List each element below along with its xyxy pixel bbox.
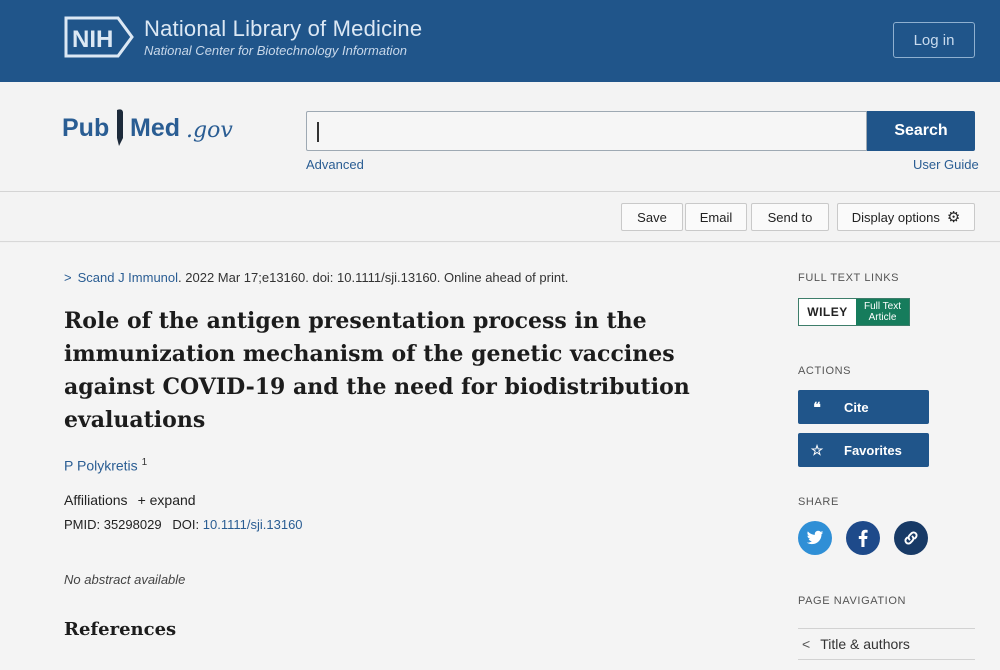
favorites-button[interactable]: ☆ Favorites bbox=[798, 433, 929, 467]
nih-logo-text: NIH bbox=[72, 26, 113, 53]
facebook-icon bbox=[858, 529, 868, 547]
login-button[interactable]: Log in bbox=[893, 22, 975, 58]
nav-item-title-authors[interactable]: < Title & authors bbox=[798, 628, 975, 660]
no-abstract-note: No abstract available bbox=[64, 572, 186, 587]
text-cursor bbox=[317, 122, 319, 142]
pubmed-logo-gov: .gov bbox=[186, 118, 233, 143]
twitter-share-button[interactable] bbox=[798, 521, 832, 555]
journal-link[interactable]: Scand J Immunol bbox=[78, 270, 178, 285]
article-identifiers: PMID: 35298029 DOI: 10.1111/sji.13160 bbox=[64, 517, 303, 532]
author-link[interactable]: P Polykretis bbox=[64, 458, 138, 474]
doi-link[interactable]: 10.1111/sji.13160 bbox=[203, 517, 303, 532]
advanced-search-link[interactable]: Advanced bbox=[306, 157, 364, 172]
pubmed-logo-pub: Pub bbox=[62, 114, 110, 142]
display-options-label: Display options bbox=[851, 209, 940, 225]
article-toolbar: Save Email Send to Display options ⚙ bbox=[0, 192, 1000, 242]
search-input[interactable] bbox=[306, 111, 867, 151]
wiley-full-text-label: Full Text Article bbox=[856, 299, 909, 325]
copy-link-share-button[interactable] bbox=[894, 521, 928, 555]
pubmed-logo[interactable]: Pub Med .gov bbox=[62, 104, 237, 154]
share-heading: SHARE bbox=[798, 496, 839, 508]
cite-button[interactable]: ❝ Cite bbox=[798, 390, 929, 424]
bookmark-icon bbox=[117, 109, 123, 146]
cite-label: Cite bbox=[844, 399, 869, 415]
affiliations-row: Affiliations + expand bbox=[64, 492, 196, 508]
expand-affiliations-button[interactable]: + expand bbox=[138, 492, 196, 508]
author-list: P Polykretis 1 bbox=[64, 457, 147, 474]
nih-logo[interactable]: NIH bbox=[64, 14, 134, 60]
display-options-button[interactable]: Display options ⚙ bbox=[837, 203, 975, 231]
wiley-full-text-link[interactable]: WILEY Full Text Article bbox=[798, 298, 910, 326]
send-to-label: Send to bbox=[767, 209, 813, 225]
user-guide-link[interactable]: User Guide bbox=[913, 157, 979, 172]
pmid: PMID: 35298029 bbox=[64, 517, 162, 532]
send-to-button[interactable]: Send to bbox=[751, 203, 829, 231]
chevron-right-icon[interactable]: > bbox=[64, 270, 72, 285]
search-area: Pub Med .gov Search Advanced User Guide bbox=[0, 82, 1000, 192]
pubmed-logo-med: Med bbox=[130, 114, 180, 142]
references-heading: References bbox=[64, 619, 177, 640]
affiliations-label: Affiliations bbox=[64, 492, 128, 508]
doi-label: DOI: bbox=[172, 517, 200, 532]
twitter-icon bbox=[806, 530, 824, 545]
wiley-line-1: Full Text bbox=[863, 301, 902, 312]
wiley-brand: WILEY bbox=[807, 305, 848, 319]
wiley-line-2: Article bbox=[868, 312, 897, 323]
search-button[interactable]: Search bbox=[867, 111, 975, 151]
quote-icon: ❝ bbox=[813, 398, 821, 415]
main-content: > Scand J Immunol. 2022 Mar 17;e13160. do… bbox=[0, 243, 1000, 670]
gear-icon: ⚙ bbox=[946, 209, 961, 226]
favorites-label: Favorites bbox=[844, 442, 902, 458]
affiliation-marker[interactable]: 1 bbox=[142, 457, 148, 468]
citation-details: . 2022 Mar 17;e13160. doi: 10.1111/sji.1… bbox=[178, 270, 569, 285]
email-button[interactable]: Email bbox=[685, 203, 747, 231]
nav-item-label: Title & authors bbox=[820, 636, 910, 652]
nih-title: National Library of Medicine bbox=[144, 16, 423, 41]
actions-heading: ACTIONS bbox=[798, 365, 852, 377]
nih-header: NIH National Library of Medicine Nationa… bbox=[0, 0, 1000, 82]
facebook-share-button[interactable] bbox=[846, 521, 880, 555]
chevron-left-icon: < bbox=[802, 636, 811, 652]
full-text-links-heading: FULL TEXT LINKS bbox=[798, 272, 900, 284]
star-icon: ☆ bbox=[810, 441, 824, 458]
link-icon bbox=[904, 531, 918, 545]
article-title: Role of the antigen presentation process… bbox=[64, 308, 690, 433]
save-button[interactable]: Save bbox=[621, 203, 683, 231]
nih-title-block: National Library of Medicine National Ce… bbox=[144, 16, 422, 59]
nih-subtitle: National Center for Biotechnology Inform… bbox=[144, 43, 408, 58]
citation-line: > Scand J Immunol. 2022 Mar 17;e13160. do… bbox=[64, 270, 568, 285]
page-navigation-heading: PAGE NAVIGATION bbox=[798, 595, 907, 607]
